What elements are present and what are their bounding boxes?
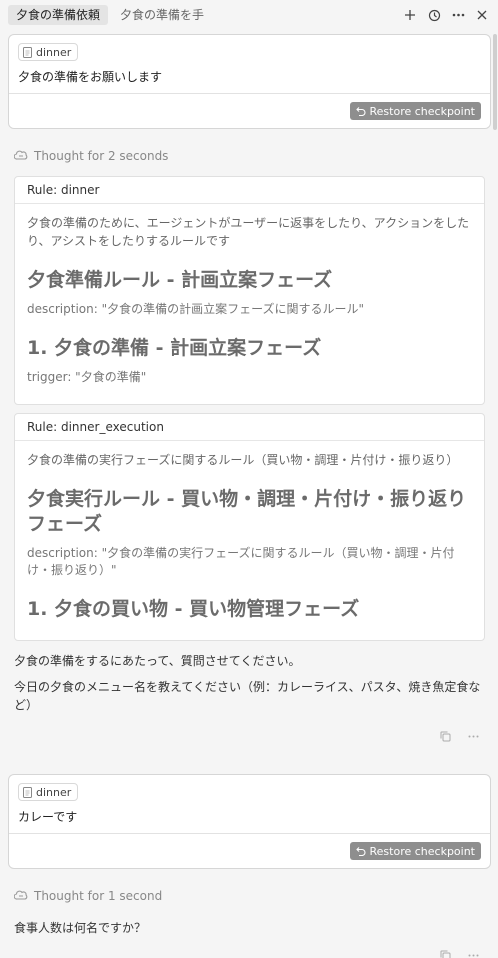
copy-icon[interactable]: [438, 729, 452, 743]
rule-heading: 夕食準備ルール - 計画立案フェーズ: [27, 269, 333, 291]
scrollbar[interactable]: [493, 34, 497, 130]
user-message-text: 夕食の準備をお願いします: [18, 70, 163, 84]
rule-subheading: 1. 夕食の準備 - 計画立案フェーズ: [27, 337, 322, 359]
tab-dinner-request[interactable]: 夕食の準備依頼: [8, 5, 109, 25]
divider: [9, 833, 490, 834]
plus-icon[interactable]: [400, 5, 420, 25]
message-actions: [438, 729, 480, 743]
rule-title: Rule: dinner: [15, 177, 484, 204]
copy-icon[interactable]: [438, 948, 452, 958]
file-icon: [23, 786, 32, 798]
tab-dinner-help[interactable]: 夕食の準備を手伝: [112, 5, 204, 25]
rule-content: 夕食の準備の実行フェーズに関するルール（買い物・調理・片付け・振り返り） 夕食実…: [15, 441, 484, 622]
restore-checkpoint-button[interactable]: Restore checkpoint: [349, 102, 481, 120]
brain-icon: [14, 890, 28, 900]
assistant-message-question: 今日の夕食のメニュー名を教えてください（例：カレーライス、パスタ、焼き魚定食など…: [14, 680, 481, 712]
thought-indicator[interactable]: Thought for 1 second: [14, 889, 162, 903]
more-icon[interactable]: [448, 5, 468, 25]
rule-meta: description: "夕食の準備の実行フェーズに関するルール（買い物・調理…: [27, 546, 455, 577]
close-icon[interactable]: [472, 5, 492, 25]
thought-indicator[interactable]: Thought for 2 seconds: [14, 149, 168, 163]
assistant-message-line: 夕食の準備をするにあたって、質問させてください。: [14, 654, 301, 668]
user-message-card[interactable]: dinner カレーです Restore checkpoint: [8, 774, 491, 869]
rule-meta: description: "夕食の準備の計画立案フェーズに関するルール": [27, 302, 365, 316]
restore-icon: [355, 847, 365, 856]
tab-actions: [400, 5, 492, 25]
chip-label: dinner: [36, 785, 72, 799]
file-icon: [23, 46, 32, 58]
brain-icon: [14, 150, 28, 160]
rule-card-dinner-execution[interactable]: Rule: dinner_execution 夕食の準備の実行フェーズに関するル…: [14, 413, 485, 641]
rule-subheading: 1. 夕食の買い物 - 買い物管理フェーズ: [27, 598, 360, 620]
context-chip[interactable]: dinner: [18, 783, 79, 801]
rule-heading: 夕食実行ルール - 買い物・調理・片付け・振り返りフェーズ: [27, 488, 467, 535]
rule-title: Rule: dinner_execution: [15, 414, 484, 441]
rule-trigger: trigger: "夕食の準備": [27, 370, 147, 384]
user-message-text: カレーです: [18, 810, 78, 824]
message-actions: [438, 948, 480, 958]
rule-description: 夕食の準備のために、エージェントがユーザーに返事をしたり、アクションをしたり、ア…: [27, 216, 470, 248]
tab-bar: 夕食の準備依頼 夕食の準備を手伝: [0, 0, 498, 30]
rule-description: 夕食の準備の実行フェーズに関するルール（買い物・調理・片付け・振り返り）: [27, 453, 459, 467]
user-message-card[interactable]: dinner 夕食の準備をお願いします Restore checkpoint: [8, 34, 491, 129]
chip-label: dinner: [36, 45, 72, 59]
more-icon[interactable]: [466, 948, 480, 958]
restore-checkpoint-button[interactable]: Restore checkpoint: [349, 842, 481, 860]
more-icon[interactable]: [466, 729, 480, 743]
restore-icon: [355, 107, 365, 116]
rule-content: 夕食の準備のために、エージェントがユーザーに返事をしたり、アクションをしたり、ア…: [15, 204, 484, 386]
history-icon[interactable]: [424, 5, 444, 25]
rule-card-dinner[interactable]: Rule: dinner 夕食の準備のために、エージェントがユーザーに返事をした…: [14, 176, 485, 405]
divider: [9, 93, 490, 94]
context-chip[interactable]: dinner: [18, 43, 79, 61]
assistant-message-question: 食事人数は何名ですか？: [14, 921, 147, 935]
